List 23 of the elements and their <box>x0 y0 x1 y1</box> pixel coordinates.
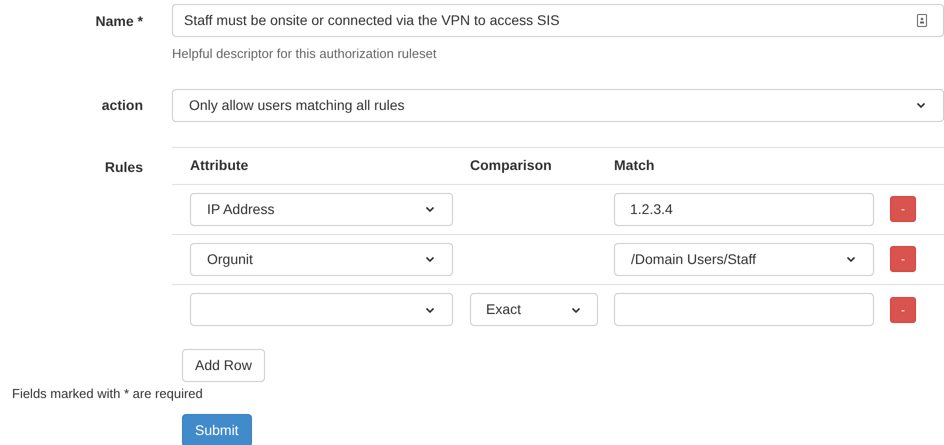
attribute-select[interactable] <box>190 293 453 326</box>
submit-button[interactable]: Submit <box>182 414 252 445</box>
add-row-button[interactable]: Add Row <box>182 348 265 382</box>
column-header: Match <box>614 156 654 175</box>
attribute-select[interactable]: Orgunit <box>190 242 453 276</box>
attribute-select[interactable]: IP Address <box>190 192 453 226</box>
match-input[interactable]: 1.2.3.4 <box>614 192 874 226</box>
action-select[interactable]: Only allow users matching all rules <box>172 88 944 122</box>
column-header: Attribute <box>190 156 250 175</box>
name-input[interactable]: Staff must be onsite or connected via the VPN to access SIS <box>172 4 944 37</box>
delete-row-button[interactable]: - <box>890 196 916 222</box>
match-input[interactable] <box>614 293 874 326</box>
field-label: Rules <box>104 158 143 174</box>
delete-row-button[interactable]: - <box>890 296 916 322</box>
match-select[interactable]: /Domain Users/Staff <box>614 242 874 276</box>
field-label: action <box>102 96 143 112</box>
help-text: Helpful descriptor for this authorization ruleset <box>172 46 436 61</box>
contact-card-icon <box>917 14 927 27</box>
delete-row-button[interactable]: - <box>890 246 916 272</box>
required-note: Fields marked with * are required <box>12 386 203 400</box>
field-label: Name * <box>96 13 143 29</box>
column-header: Comparison <box>470 156 553 175</box>
comparison-select[interactable]: Exact <box>470 293 598 326</box>
